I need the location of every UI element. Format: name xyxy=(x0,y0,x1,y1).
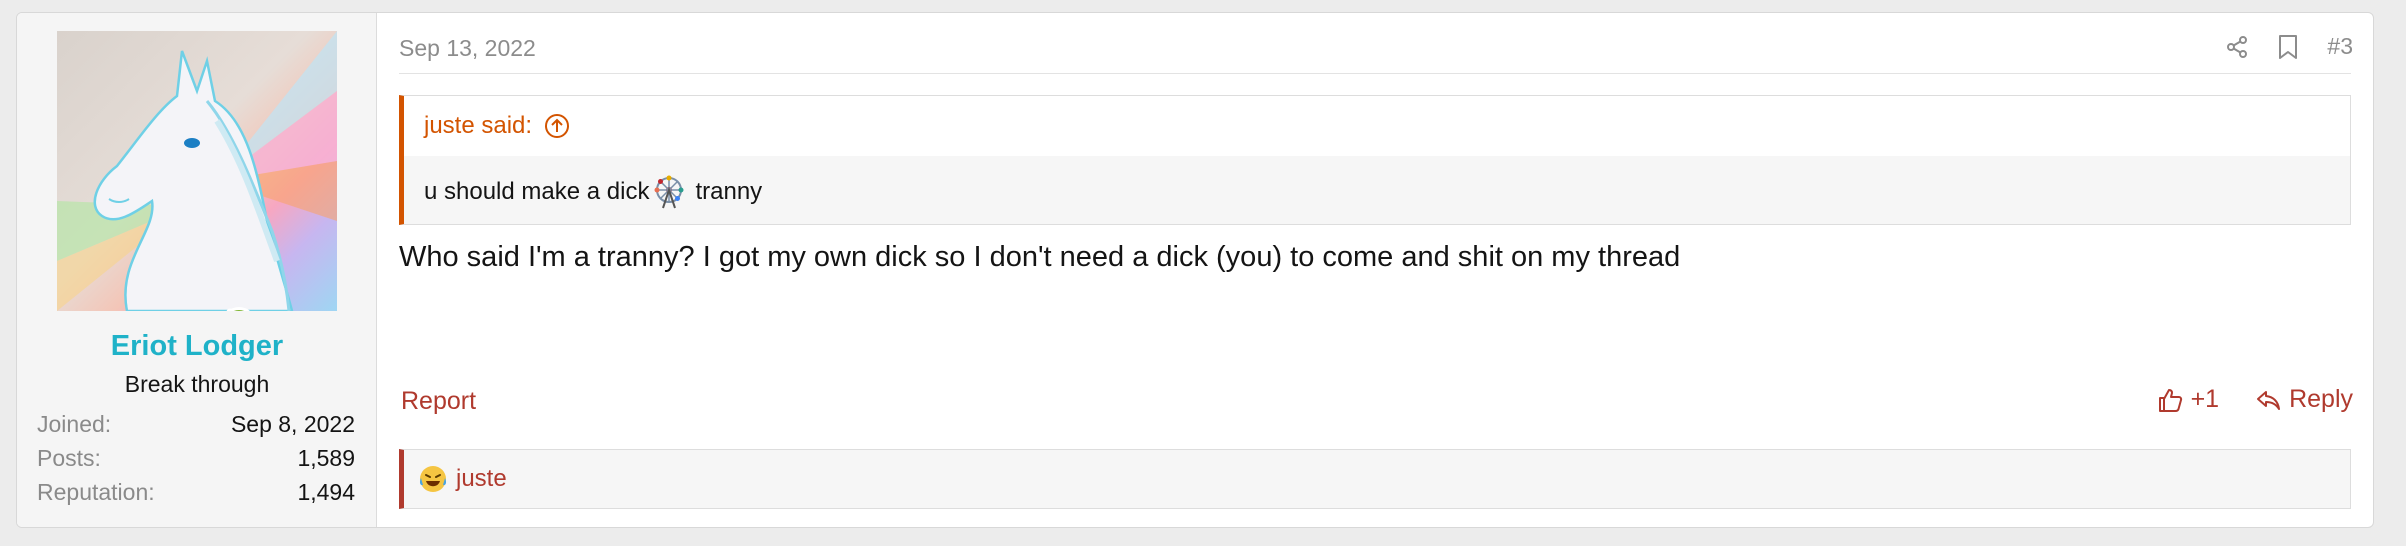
quote-header: juste said: xyxy=(404,96,2350,156)
user-stat-posts: Posts: 1,589 xyxy=(37,445,355,472)
reaction-users[interactable]: juste xyxy=(456,465,507,493)
user-stat-reputation: Reputation: 1,494 xyxy=(37,479,355,506)
reactions-bar: juste xyxy=(399,449,2351,509)
share-icon[interactable] xyxy=(2225,35,2249,59)
like-button[interactable]: +1 xyxy=(2157,385,2220,414)
quote-block: juste said: u should make a dick tranny xyxy=(399,95,2351,225)
post-container: Eriot Lodger Break through Joined: Sep 8… xyxy=(16,12,2374,528)
user-info-panel: Eriot Lodger Break through Joined: Sep 8… xyxy=(17,13,377,527)
arrow-up-circle-icon[interactable] xyxy=(544,113,570,139)
post-actions: +1 Reply xyxy=(2157,385,2353,414)
post-number[interactable]: #3 xyxy=(2327,33,2353,60)
quote-text: u should make a dick xyxy=(424,178,650,205)
thumbs-up-icon xyxy=(2158,388,2182,412)
user-icon xyxy=(226,308,234,311)
post-message: Who said I'm a tranny? I got my own dick… xyxy=(399,241,1681,273)
bookmark-icon[interactable] xyxy=(2277,34,2299,60)
user-title: Break through xyxy=(124,371,270,397)
stat-label: Joined: xyxy=(37,411,112,437)
stat-label: Reputation: xyxy=(37,479,155,505)
user-stat-joined: Joined: Sep 8, 2022 xyxy=(37,411,355,438)
post-header-actions: #3 xyxy=(2225,33,2353,60)
stat-value: 1,494 xyxy=(297,479,355,505)
quote-text-continued: tranny xyxy=(695,178,763,205)
stat-label: Posts: xyxy=(37,445,101,471)
username[interactable]: Eriot Lodger xyxy=(17,330,377,363)
crying-laughing-emoji-icon xyxy=(419,466,447,492)
ferris-wheel-icon xyxy=(654,175,684,209)
stat-value: Sep 8, 2022 xyxy=(230,411,355,437)
post-main: Sep 13, 2022 #3 juste said: u should mak… xyxy=(377,13,2373,527)
reply-button[interactable]: Reply xyxy=(2255,385,2353,414)
avatar[interactable] xyxy=(57,31,337,311)
quote-body: u should make a dick tranny xyxy=(404,156,2350,210)
post-date[interactable]: Sep 13, 2022 xyxy=(399,35,536,62)
reply-label: Reply xyxy=(2289,385,2353,413)
header-divider xyxy=(399,73,2351,74)
report-link[interactable]: Report xyxy=(401,387,476,416)
stat-value: 1,589 xyxy=(297,445,355,471)
like-count: +1 xyxy=(2190,385,2220,413)
quote-attribution[interactable]: juste said: xyxy=(424,112,532,140)
reply-icon xyxy=(2257,390,2281,410)
